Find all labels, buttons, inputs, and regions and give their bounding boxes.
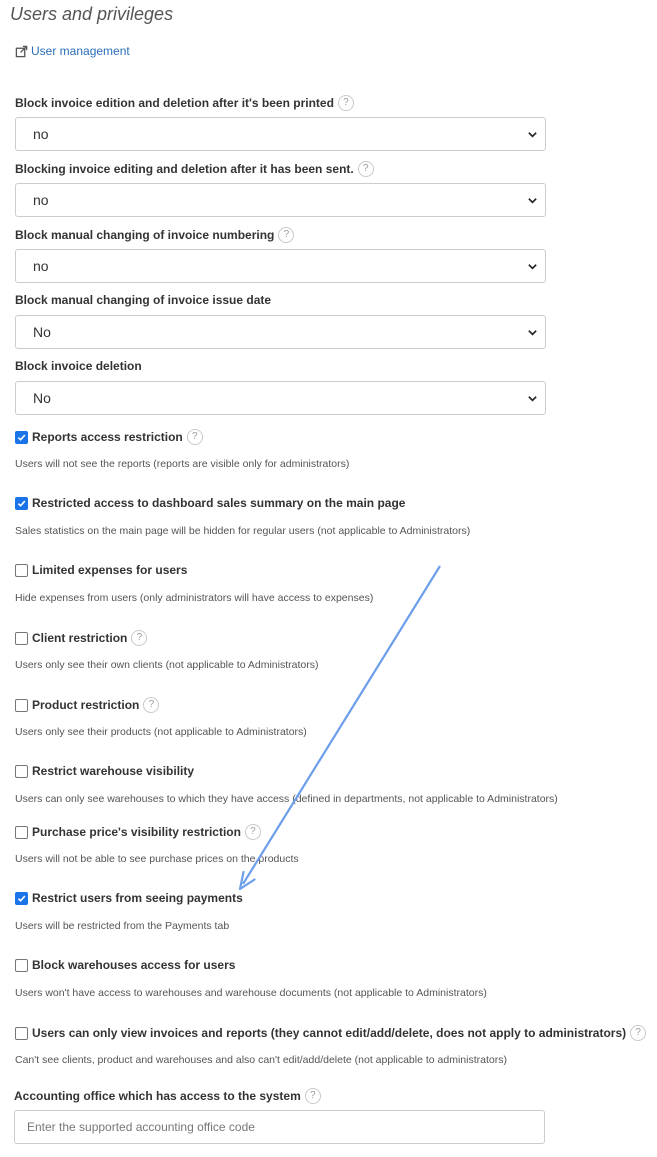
select-value: no	[33, 258, 49, 274]
checkbox[interactable]	[15, 563, 28, 577]
checkbox[interactable]	[15, 698, 28, 712]
checkbox-dashboard-restriction[interactable]: Restricted access to dashboard sales sum…	[15, 496, 405, 510]
checkbox-description: Users will not be able to see purchase p…	[15, 853, 299, 865]
checkbox[interactable]	[15, 825, 28, 839]
help-icon[interactable]: ?	[131, 630, 148, 646]
checkbox-label: Restricted access to dashboard sales sum…	[32, 496, 406, 510]
checkbox[interactable]	[15, 764, 28, 778]
select-value: No	[33, 390, 51, 406]
arrow-head	[238, 870, 256, 891]
checkbox-label: Reports access restriction	[32, 430, 183, 444]
select-label-text: Block invoice deletion	[15, 359, 142, 373]
help-icon[interactable]: ?	[337, 95, 354, 111]
page-title: Users and privileges	[10, 4, 174, 24]
user-management-link-label[interactable]: User management	[31, 44, 130, 58]
checkbox-description: Users will be restricted from the Paymen…	[15, 920, 230, 932]
select-label-text: Block invoice edition and deletion after…	[15, 96, 334, 110]
chevron-down-icon	[528, 132, 537, 138]
select-label-block-issue-date: Block manual changing of invoice issue d…	[15, 293, 271, 307]
select-label-block-numbering: Block manual changing of invoice numberi…	[15, 227, 295, 243]
accounting-office-input[interactable]: Enter the supported accounting office co…	[14, 1110, 545, 1144]
accounting-office-label-text: Accounting office which has access to th…	[14, 1089, 301, 1103]
select-block-deletion[interactable]: No	[15, 381, 546, 415]
checkbox-description: Can't see clients, product and warehouse…	[15, 1054, 507, 1066]
checkbox-limited-expenses[interactable]: Limited expenses for users	[15, 563, 187, 577]
select-label-block-deletion: Block invoice deletion	[15, 359, 142, 373]
chevron-down-icon	[528, 264, 537, 270]
check-icon	[17, 500, 26, 507]
chevron-down-icon	[528, 396, 537, 402]
checkbox[interactable]	[15, 631, 28, 645]
checkbox[interactable]	[15, 1026, 28, 1040]
select-block-issue-date[interactable]: No	[15, 315, 546, 349]
select-value: No	[33, 324, 51, 340]
select-value: no	[33, 192, 49, 208]
checkbox-label: Block warehouses access for users	[32, 958, 236, 972]
select-label-text: Block manual changing of invoice numberi…	[15, 228, 275, 242]
checkbox-warehouse-visibility[interactable]: Restrict warehouse visibility	[15, 764, 194, 778]
help-icon[interactable]: ?	[357, 161, 374, 177]
checkbox[interactable]	[15, 496, 28, 510]
select-block-sent[interactable]: no	[15, 183, 546, 217]
select-label-block-sent: Blocking invoice editing and deletion af…	[15, 161, 374, 177]
checkbox-label: Client restriction	[32, 631, 128, 645]
checkbox-description: Sales statistics on the main page will b…	[15, 525, 471, 537]
checkbox-description: Hide expenses from users (only administr…	[15, 592, 374, 604]
checkbox-description: Users can only see warehouses to which t…	[15, 793, 558, 805]
help-icon[interactable]: ?	[278, 227, 295, 243]
help-icon[interactable]: ?	[304, 1088, 321, 1104]
chevron-down-icon	[528, 198, 537, 204]
checkbox-description: Users will not see the reports (reports …	[15, 458, 350, 470]
help-icon[interactable]: ?	[630, 1025, 647, 1041]
checkbox-label: Purchase price's visibility restriction	[32, 825, 241, 839]
checkbox-label: Product restriction	[32, 698, 140, 712]
arrow-shaft	[242, 565, 441, 885]
checkbox-restrict-payments[interactable]: Restrict users from seeing payments	[15, 891, 243, 905]
user-management-link[interactable]: User management	[15, 44, 130, 58]
checkbox-description: Users only see their products (not appli…	[15, 726, 307, 738]
checkbox-block-warehouses[interactable]: Block warehouses access for users	[15, 958, 235, 972]
checkbox-product-restriction[interactable]: Product restriction ?	[15, 697, 160, 713]
select-block-numbering[interactable]: no	[15, 249, 546, 283]
chevron-down-icon	[528, 330, 537, 336]
help-icon[interactable]: ?	[186, 429, 203, 445]
checkbox-label: Users can only view invoices and reports…	[32, 1026, 627, 1040]
accounting-office-placeholder: Enter the supported accounting office co…	[27, 1120, 255, 1134]
checkbox-client-restriction[interactable]: Client restriction ?	[15, 630, 148, 646]
select-label-text: Block manual changing of invoice issue d…	[15, 293, 272, 307]
check-icon	[17, 895, 26, 902]
check-icon	[17, 434, 26, 441]
help-icon[interactable]: ?	[244, 824, 261, 840]
checkbox[interactable]	[15, 891, 28, 905]
checkbox-label: Restrict users from seeing payments	[32, 891, 243, 905]
checkbox-view-only[interactable]: Users can only view invoices and reports…	[15, 1025, 647, 1041]
help-icon[interactable]: ?	[143, 697, 160, 713]
select-label-text: Blocking invoice editing and deletion af…	[15, 162, 354, 176]
checkbox-description: Users only see their own clients (not ap…	[15, 659, 319, 671]
checkbox-purchase-price-restriction[interactable]: Purchase price's visibility restriction …	[15, 824, 261, 840]
select-label-block-printed: Block invoice edition and deletion after…	[15, 95, 354, 111]
accounting-office-label: Accounting office which has access to th…	[14, 1088, 321, 1104]
checkbox-description: Users won't have access to warehouses an…	[15, 987, 487, 999]
external-link-icon	[15, 45, 28, 57]
checkbox-label: Restrict warehouse visibility	[32, 764, 195, 778]
checkbox-label: Limited expenses for users	[32, 563, 188, 577]
select-block-printed[interactable]: no	[15, 117, 546, 151]
select-value: no	[33, 126, 49, 142]
checkbox[interactable]	[15, 430, 28, 444]
checkbox-reports-restriction[interactable]: Reports access restriction ?	[15, 429, 203, 445]
checkbox[interactable]	[15, 958, 28, 972]
